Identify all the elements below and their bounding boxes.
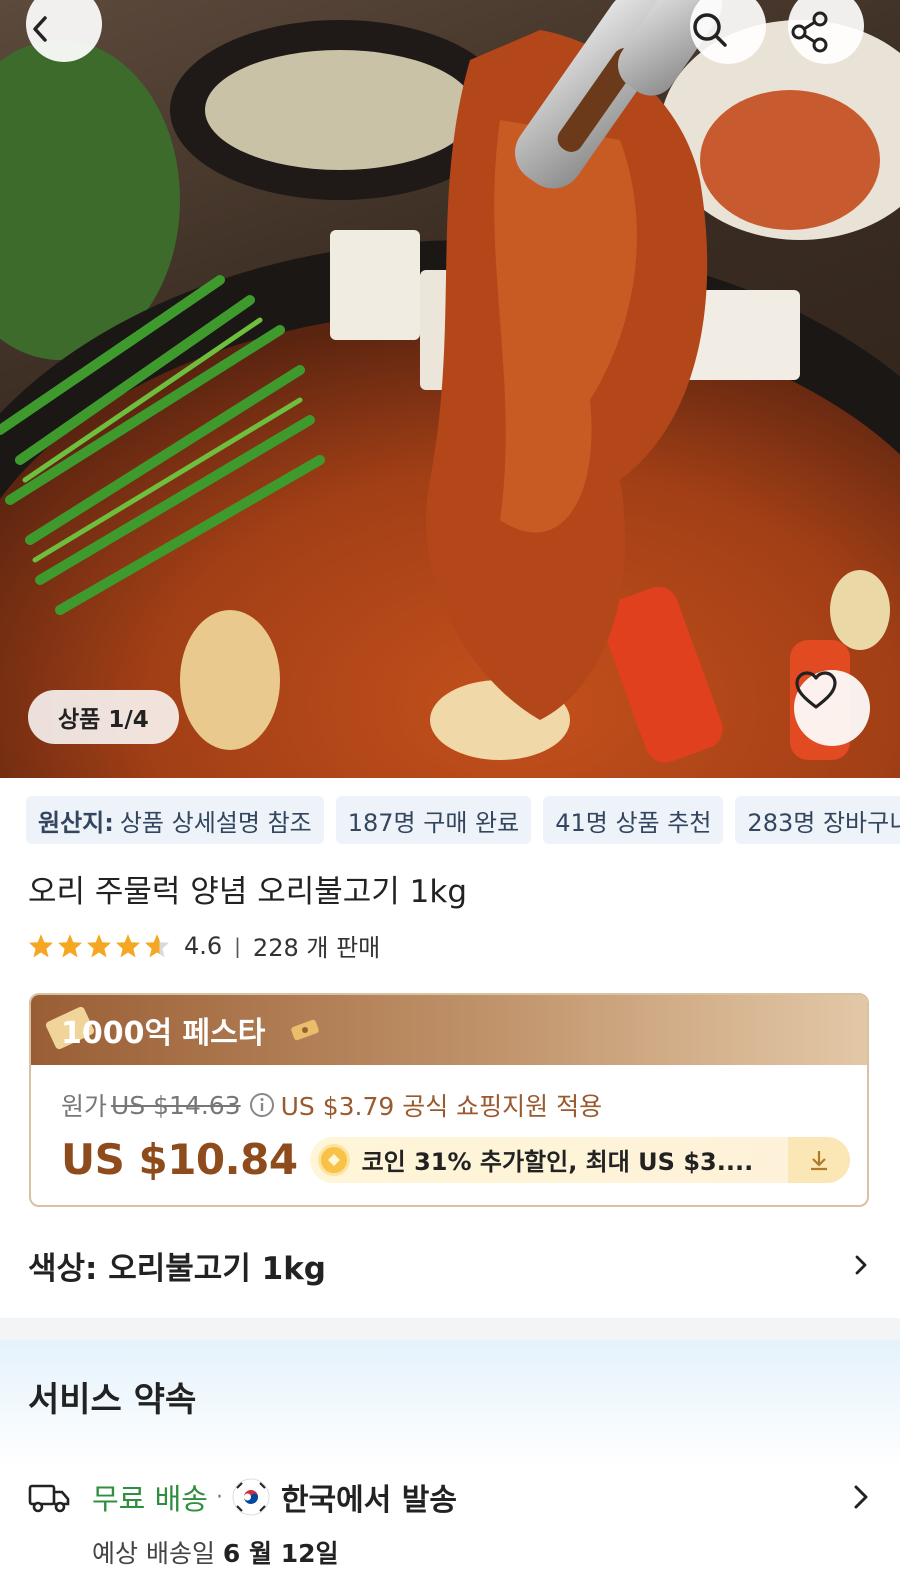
info-icon[interactable]	[249, 1092, 275, 1118]
service-section: 서비스 약속 무료 배송 · 한국에서 발송 예상 배송일 6 월 12일	[0, 1340, 900, 1573]
product-tags: 원산지: 상품 상세설명 참조 187명 구매 완료 41명 상품 추천 283…	[26, 796, 900, 844]
origin-value: 상품 상세설명 참조	[119, 808, 312, 837]
current-price-row: US $10.84 코인 31% 추가할인, 최대 US $3....	[61, 1135, 850, 1184]
star-icon	[87, 933, 111, 957]
estimated-delivery: 예상 배송일 6 월 12일	[92, 1534, 339, 1570]
original-price-label: 원가	[61, 1092, 108, 1121]
coupon-icon	[291, 1019, 320, 1041]
star-icon	[29, 933, 53, 957]
truck-icon	[28, 1484, 70, 1513]
cart-chip: 283명 장바구니	[735, 796, 900, 844]
separator-dot: ·	[215, 1484, 223, 1510]
variant-label: 색상:	[28, 1250, 98, 1287]
promo-banner-text: 1000억 페스타	[61, 1016, 266, 1051]
coin-discount-button[interactable]: 코인 31% 추가할인, 최대 US $3....	[309, 1136, 850, 1183]
image-counter: 상품 1/4	[28, 690, 179, 744]
coin-download[interactable]	[787, 1136, 850, 1183]
chevron-right-icon	[854, 1485, 868, 1509]
divider: |	[234, 933, 241, 958]
star-icon	[116, 933, 140, 957]
product-title: 오리 주물럭 양념 오리불고기 1kg	[28, 874, 468, 910]
share-icon	[791, 11, 828, 53]
heart-icon	[795, 671, 837, 709]
service-title: 서비스 약속	[28, 1380, 197, 1420]
variant-value: 오리불고기 1kg	[108, 1250, 327, 1287]
variant-selector[interactable]: 색상: 오리불고기 1kg	[28, 1238, 872, 1292]
promo-banner: 1000억 페스타	[31, 995, 867, 1065]
original-price: US $14.63	[111, 1090, 241, 1120]
purchased-count: 187명 구매 완료	[347, 808, 520, 837]
section-divider	[0, 1318, 900, 1340]
origin-label: 원산지:	[38, 808, 114, 837]
shopping-support-text: US $3.79 공식 쇼핑지원 적용	[280, 1092, 603, 1121]
rating-row[interactable]: 4.6 | 228 개 판매	[28, 928, 380, 963]
ship-from-label: 한국에서 발송	[280, 1483, 457, 1518]
product-photo	[0, 0, 900, 778]
rating-value: 4.6	[184, 931, 223, 960]
coin-icon	[317, 1143, 350, 1176]
eta-label: 예상 배송일	[92, 1539, 215, 1568]
cart-count: 283명 장바구니	[747, 808, 900, 837]
recommend-count: 41명 상품 추천	[555, 808, 712, 837]
current-price: US $10.84	[61, 1135, 298, 1184]
back-icon	[33, 16, 47, 42]
recommend-chip: 41명 상품 추천	[543, 796, 724, 844]
rating-stars	[28, 933, 170, 959]
origin-chip: 원산지: 상품 상세설명 참조	[26, 796, 324, 844]
promo-price-box: 1000억 페스타 원가 US $14.63 US $3.79 공식 쇼핑지원 …	[29, 993, 869, 1207]
eta-date: 6 월 12일	[222, 1539, 339, 1568]
wishlist-button[interactable]	[794, 670, 870, 746]
sold-count: 228 개 판매	[252, 934, 381, 962]
search-icon	[693, 13, 727, 47]
original-price-row: 원가 US $14.63 US $3.79 공식 쇼핑지원 적용	[61, 1087, 602, 1123]
korea-flag-icon	[232, 1478, 270, 1516]
variant-label-group: 색상: 오리불고기 1kg	[28, 1243, 326, 1288]
free-shipping-label: 무료 배송	[92, 1482, 208, 1516]
star-icon	[58, 933, 82, 957]
half-star-icon	[145, 933, 169, 957]
shipping-row[interactable]: 무료 배송 · 한국에서 발송	[28, 1472, 872, 1522]
product-image-gallery[interactable]: 상품 1/4	[0, 0, 900, 778]
chevron-right-icon	[855, 1255, 867, 1275]
purchased-chip: 187명 구매 완료	[335, 796, 532, 844]
coin-discount-text: 코인 31% 추가할인, 최대 US $3....	[361, 1148, 754, 1176]
download-icon	[810, 1150, 827, 1170]
